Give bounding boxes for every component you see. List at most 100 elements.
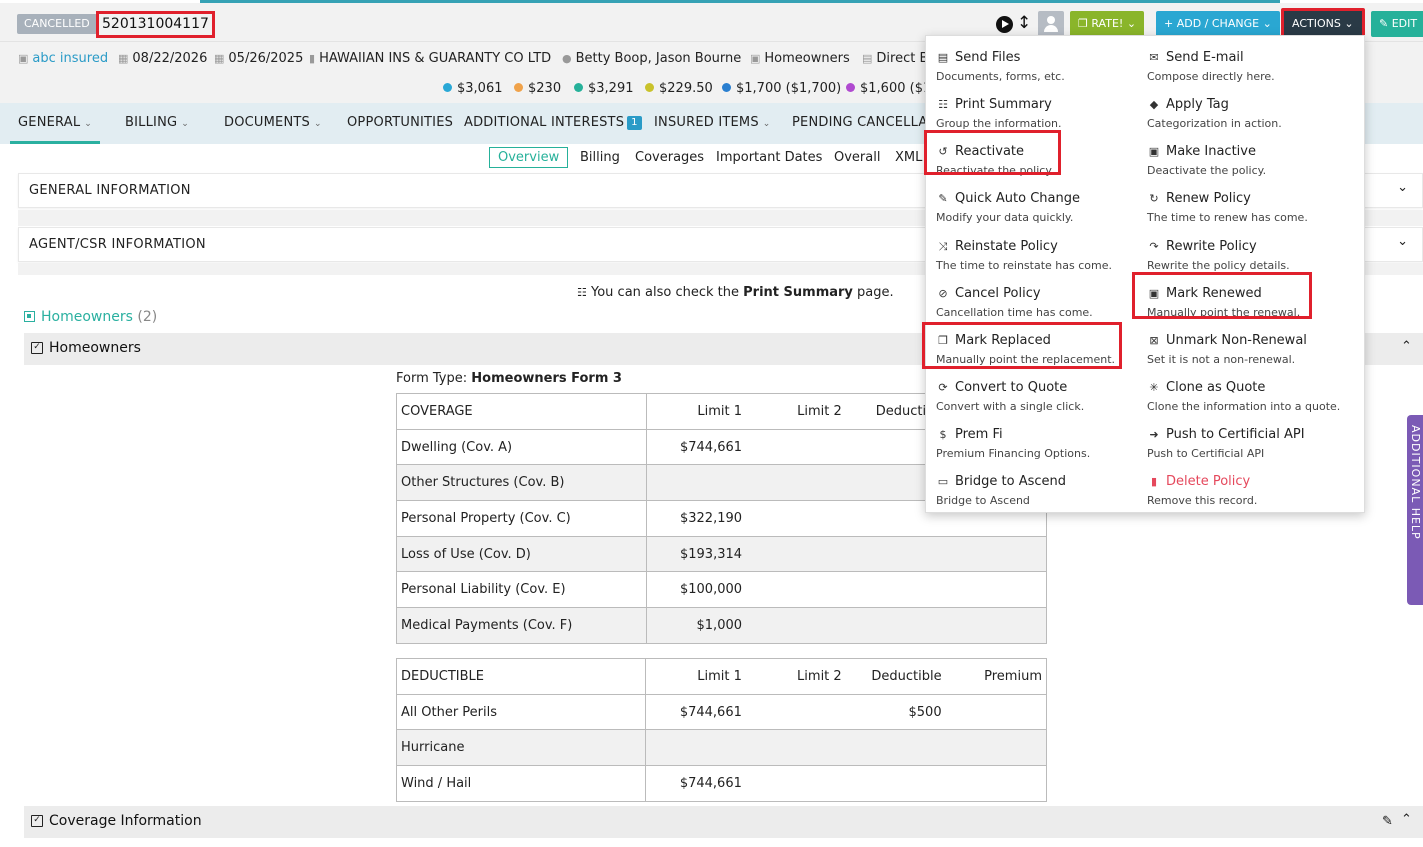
card-icon: ▭ <box>937 475 949 488</box>
menu-item-delete-policy[interactable]: ▮ Delete Policy Remove this record. <box>1137 466 1342 508</box>
menu-item-quick-auto-change[interactable]: ✎ Quick Auto Change Modify your data quick… <box>926 183 1131 225</box>
menu-item-send-email[interactable]: ✉ Send E-mail Compose directly here. <box>1137 42 1342 84</box>
calendar-icon: ▦ <box>118 52 129 65</box>
cell: Wind / Hail <box>395 765 647 802</box>
subtab-overview[interactable]: Overview <box>489 147 569 168</box>
checkbox-icon: ✓ <box>31 342 43 354</box>
pencil-icon[interactable]: ✎ <box>1382 814 1393 829</box>
subtab-xml[interactable]: XML <box>895 150 922 165</box>
menu-item-clone-as-quote[interactable]: ✳ Clone as Quote Clone the information int… <box>1137 372 1342 414</box>
coverage-information-bar[interactable]: ✓ Coverage Information ⌃ <box>24 806 1423 838</box>
trash-icon: ▮ <box>1150 475 1158 488</box>
tag-icon: ◆ <box>1149 98 1159 111</box>
highlight-mark-replaced <box>922 322 1122 369</box>
user-icon[interactable] <box>1038 11 1064 37</box>
amount-6: $1,600 ($1, <box>846 81 935 96</box>
print-summary-link[interactable]: Print Summary <box>743 285 853 300</box>
menu-item-push-to-certificial-api[interactable]: ➜ Push to Certificial API Push to Certific… <box>1137 419 1342 461</box>
ban-icon: ⊘ <box>938 287 948 300</box>
line-of-business: ▣ Homeowners <box>750 51 850 66</box>
tab-opportunities[interactable]: OPPORTUNITIES <box>347 115 453 130</box>
subtab-overall[interactable]: Overall <box>834 150 880 165</box>
cell: $500 <box>845 693 946 731</box>
amount-1: $3,061 <box>443 81 503 96</box>
dot-5 <box>722 83 731 92</box>
dot-6 <box>846 83 855 92</box>
chevron-up-icon[interactable]: ⌃ <box>1401 339 1412 354</box>
cell <box>845 571 1047 609</box>
amount-4: $229.50 <box>645 81 713 96</box>
unmark-icon: ⊠ <box>1149 334 1159 347</box>
header-cell: Limit 1 <box>645 658 746 695</box>
cell: Loss of Use (Cov. D) <box>396 535 647 573</box>
insured-link[interactable]: ▣ abc insured <box>18 51 108 66</box>
table-row: All Other Perils $744,661 $500 <box>395 693 1047 731</box>
menu-item-unmark-non-renewal[interactable]: ⊠ Unmark Non-Renewal Set it is not a non-r… <box>1137 325 1342 367</box>
rate-button[interactable]: ❐ RATE! ⌄ <box>1070 11 1145 37</box>
cell <box>746 428 846 466</box>
menu-item-reinstate-policy[interactable]: ⤨ Reinstate Policy The time to reinstate h… <box>926 231 1131 273</box>
bill-type: ▤ Direct B <box>862 51 929 66</box>
chevron-down-icon: ⌄ <box>762 119 771 129</box>
tab-insured-items[interactable]: INSURED ITEMS ⌄ <box>654 115 771 130</box>
print-summary-icon: ☷ <box>577 286 587 299</box>
menu-item-renew-policy[interactable]: ↻ Renew Policy The time to renew has come. <box>1137 183 1342 225</box>
expiration-date: ▦ 05/26/2025 <box>214 51 304 66</box>
cell: $193,314 <box>646 535 747 573</box>
print-summary-icon: ☷ <box>938 98 948 111</box>
header-cell: Deductible <box>845 658 946 695</box>
subtab-important-dates[interactable]: Important Dates <box>716 150 822 165</box>
redo-icon: ↷ <box>1149 240 1159 253</box>
envelope-icon: ✉ <box>1149 51 1159 64</box>
menu-item-print-summary[interactable]: ☷ Print Summary Group the information. <box>926 89 1131 131</box>
tab-general[interactable]: GENERAL ⌄ <box>18 115 92 130</box>
cell: Medical Payments (Cov. F) <box>396 607 647 644</box>
chevron-down-icon[interactable]: ⌄ <box>1397 234 1408 249</box>
chevron-down-icon: ⌄ <box>84 119 93 129</box>
cell: Personal Property (Cov. C) <box>396 500 647 537</box>
menu-item-apply-tag[interactable]: ◆ Apply Tag Categorization in action. <box>1137 89 1342 131</box>
tab-documents[interactable]: DOCUMENTS ⌄ <box>224 115 322 130</box>
chevron-down-icon: ⌄ <box>1262 17 1272 30</box>
cell <box>745 693 846 731</box>
add-change-button[interactable]: + ADD / CHANGE ⌄ <box>1156 11 1280 37</box>
person-icon: ● <box>562 52 572 65</box>
tab-additional-interests[interactable]: ADDITIONAL INTERESTS 1 <box>464 115 642 130</box>
active-tab-indicator <box>10 141 100 144</box>
group-square-icon <box>24 311 35 322</box>
amount-2: $230 <box>514 81 561 96</box>
cell <box>746 500 846 537</box>
status-badge: CANCELLED <box>17 14 97 34</box>
cell: Dwelling (Cov. A) <box>396 428 647 466</box>
deductible-table: DEDUCTIBLE Limit 1 Limit 2 Deductible Pr… <box>395 658 1047 802</box>
cell <box>746 571 846 609</box>
menu-item-send-files[interactable]: ▤ Send Files Documents, forms, etc. <box>926 42 1131 84</box>
homeowners-group-label[interactable]: Homeowners (2) <box>24 309 157 325</box>
file-icon: ▤ <box>862 52 873 65</box>
form-type: Form Type: Homeowners Form 3 <box>396 371 622 386</box>
subtab-coverages[interactable]: Coverages <box>635 150 704 165</box>
additional-help-tab[interactable]: ADDITIONAL HELP <box>1407 415 1423 605</box>
menu-item-bridge-to-ascend[interactable]: ▭ Bridge to Ascend Bridge to Ascend <box>926 466 1131 508</box>
chevron-down-icon[interactable]: ⌄ <box>1397 180 1408 195</box>
table-row: Medical Payments (Cov. F) $1,000 <box>396 607 1047 644</box>
policy-number[interactable]: 520131004117 <box>96 11 215 38</box>
vertical-arrows-icon[interactable]: ↕ <box>1017 13 1031 33</box>
menu-item-convert-to-quote[interactable]: ⟳ Convert to Quote Convert with a single c… <box>926 372 1131 414</box>
shuffle-icon: ⤨ <box>938 240 948 253</box>
play-icon[interactable] <box>996 16 1013 33</box>
section-title: AGENT/CSR INFORMATION <box>29 237 206 252</box>
cell <box>645 729 746 767</box>
chevron-up-icon[interactable]: ⌃ <box>1401 812 1412 827</box>
tab-billing[interactable]: BILLING ⌄ <box>125 115 189 130</box>
tab-pending-cancellation[interactable]: PENDING CANCELLAT <box>792 115 935 130</box>
chevron-down-icon: ⌄ <box>1344 17 1354 30</box>
menu-item-make-inactive[interactable]: ▣ Make Inactive Deactivate the policy. <box>1137 136 1342 178</box>
header-cell: Limit 2 <box>745 658 846 695</box>
menu-item-cancel-policy[interactable]: ⊘ Cancel Policy Cancellation time has come… <box>926 278 1131 320</box>
subtab-billing[interactable]: Billing <box>580 150 620 165</box>
menu-item-rewrite-policy[interactable]: ↷ Rewrite Policy Rewrite the policy detail… <box>1137 231 1342 273</box>
effective-date: ▦ 08/22/2026 <box>118 51 208 66</box>
menu-item-prem-fi[interactable]: $ Prem Fi Premium Financing Options. <box>926 419 1131 461</box>
edit-button[interactable]: ✎ EDIT <box>1371 11 1423 37</box>
